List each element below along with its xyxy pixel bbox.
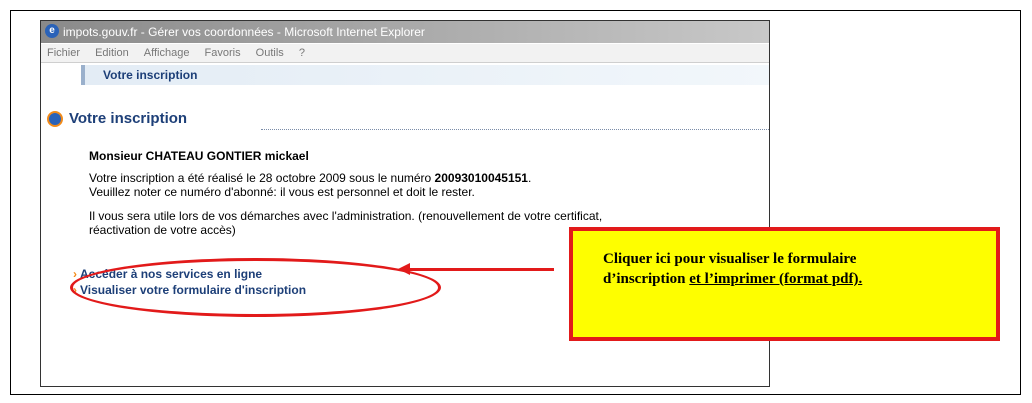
person-name: Monsieur CHATEAU GONTIER mickael [89, 149, 309, 163]
callout-line1: Cliquer ici pour visualiser le formulair… [603, 251, 857, 267]
instruction-callout: Cliquer ici pour visualiser le formulair… [569, 227, 1000, 341]
page-header-title: Votre inscription [103, 68, 198, 82]
section-bullet-icon [47, 111, 63, 128]
menu-bar: Fichier Edition Affichage Favoris Outils… [41, 44, 769, 63]
menu-item-affichage[interactable]: Affichage [138, 44, 196, 62]
menu-item-outils[interactable]: Outils [250, 44, 290, 62]
menu-item-help[interactable]: ? [293, 44, 311, 62]
info-text-suffix: . [527, 171, 532, 185]
callout-line2-underlined: et l’imprimer (format pdf). [689, 271, 863, 287]
registration-info: Votre inscription a été réalisé le 28 oc… [89, 171, 531, 199]
section-title: Votre inscription [47, 109, 187, 129]
subscriber-number: 20093010045151 [434, 171, 528, 185]
pointer-arrow-icon [398, 263, 410, 275]
ie-logo-icon: e [45, 24, 59, 38]
highlight-oval [70, 258, 441, 317]
menu-item-favoris[interactable]: Favoris [199, 44, 247, 62]
window-titlebar: e impots.gouv.fr - Gérer vos coordonnées… [41, 21, 769, 43]
menu-item-edition[interactable]: Edition [89, 44, 135, 62]
subscriber-note: Veuillez noter ce numéro d'abonné: il vo… [89, 185, 475, 199]
page-header: Votre inscription [81, 65, 769, 85]
window-title: impots.gouv.fr - Gérer vos coordonnées -… [63, 25, 425, 39]
callout-line2: d’inscription [603, 271, 690, 287]
info-text-prefix: Votre inscription a été réalisé le 28 oc… [89, 171, 435, 185]
pointer-arrow-line [404, 268, 554, 271]
section-divider [261, 129, 769, 130]
menu-item-fichier[interactable]: Fichier [41, 44, 86, 62]
section-title-text: Votre inscription [69, 110, 188, 127]
